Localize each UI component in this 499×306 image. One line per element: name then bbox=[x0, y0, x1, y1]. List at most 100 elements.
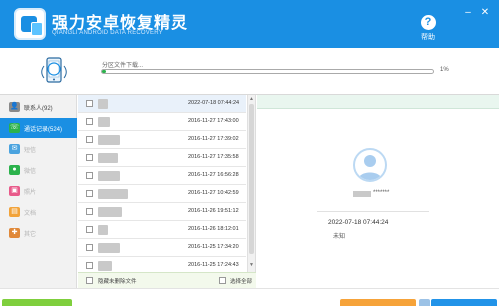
sidebar-item-document[interactable]: ▤ 文档 bbox=[0, 202, 77, 222]
photo-icon: ▣ bbox=[9, 186, 20, 196]
row-time: 2016-11-27 17:35:58 bbox=[188, 154, 239, 160]
app-logo-icon bbox=[14, 8, 46, 40]
sidebar-item-label: 微信 bbox=[24, 169, 37, 175]
table-row[interactable]: 2016-11-26 19:51:12 bbox=[78, 203, 246, 221]
contact-name-redacted bbox=[98, 135, 120, 145]
contact-name-redacted bbox=[98, 225, 108, 235]
record-list: 2022-07-18 07:44:24 2016-11-27 17:43:00 20… bbox=[78, 95, 256, 288]
detail-status: 未知 bbox=[333, 234, 346, 240]
help-button[interactable]: ? 帮助 bbox=[412, 15, 444, 42]
help-label: 帮助 bbox=[421, 34, 435, 41]
sidebar-item-label: 文档 bbox=[24, 211, 37, 217]
scroll-thumb[interactable] bbox=[249, 104, 254, 254]
list-footer: 隐藏未删除文件 选择全部 bbox=[78, 272, 256, 288]
progress-panel: 分区文件下载... 1% bbox=[0, 48, 499, 95]
call-log-icon: ☏ bbox=[9, 123, 20, 133]
back-button[interactable] bbox=[2, 299, 72, 306]
row-time: 2016-11-27 16:56:28 bbox=[188, 172, 239, 178]
contact-name-redacted bbox=[98, 171, 120, 181]
table-row[interactable]: 2016-11-25 17:34:20 bbox=[78, 239, 246, 257]
sidebar-item-sms[interactable]: ✉ 短信 bbox=[0, 139, 77, 159]
select-all-checkbox[interactable] bbox=[219, 277, 226, 284]
row-time: 2016-11-25 17:34:20 bbox=[188, 244, 239, 250]
table-row[interactable]: 2016-11-27 16:56:28 bbox=[78, 167, 246, 185]
minimize-button[interactable]: – bbox=[462, 8, 474, 18]
sms-icon: ✉ bbox=[9, 144, 20, 154]
sidebar-item-photo[interactable]: ▣ 照片 bbox=[0, 181, 77, 201]
scroll-up-icon[interactable]: ▲ bbox=[249, 96, 254, 102]
row-checkbox[interactable] bbox=[86, 208, 93, 215]
app-subtitle: QIANGLI ANDROID DATA RECOVERY bbox=[52, 30, 163, 36]
row-time: 2016-11-27 17:43:00 bbox=[188, 118, 239, 124]
row-time: 2016-11-26 18:12:01 bbox=[188, 226, 239, 232]
row-time: 2016-11-25 17:24:43 bbox=[188, 262, 239, 268]
people-icon[interactable] bbox=[419, 299, 430, 306]
recover-button[interactable] bbox=[340, 299, 416, 306]
contact-name-redacted bbox=[98, 243, 120, 253]
row-time: 2016-11-27 10:42:59 bbox=[188, 190, 239, 196]
other-icon: ✚ bbox=[9, 228, 20, 238]
service-button[interactable] bbox=[431, 299, 497, 306]
detail-header bbox=[257, 95, 499, 109]
table-row[interactable]: 2016-11-27 17:39:02 bbox=[78, 131, 246, 149]
contact-name: ******* bbox=[353, 190, 413, 198]
detail-panel: ******* 2022-07-18 07:44:24 未知 bbox=[257, 95, 499, 288]
table-row[interactable]: 2016-11-27 10:42:59 bbox=[78, 185, 246, 203]
sidebar-item-other[interactable]: ✚ 其它 bbox=[0, 223, 77, 243]
contact-name-redacted bbox=[98, 153, 118, 163]
sidebar-item-label: 其它 bbox=[24, 232, 37, 238]
detail-divider bbox=[317, 211, 429, 212]
sidebar-item-contacts[interactable]: 👤 联系人(92) bbox=[0, 97, 77, 117]
contact-name-redacted bbox=[98, 99, 108, 109]
hide-deleted-checkbox[interactable] bbox=[86, 277, 93, 284]
row-checkbox[interactable] bbox=[86, 136, 93, 143]
help-icon: ? bbox=[420, 15, 436, 30]
sidebar-item-label: 通话记录(524) bbox=[24, 127, 63, 133]
bottom-bar bbox=[0, 288, 499, 306]
sidebar-item-label: 短信 bbox=[24, 148, 37, 154]
progress-label: 分区文件下载... bbox=[102, 63, 144, 69]
contact-name-redacted bbox=[98, 117, 110, 127]
contact-name-redacted bbox=[353, 191, 371, 197]
title-bar: 强力安卓恢复精灵 QIANGLI ANDROID DATA RECOVERY ?… bbox=[0, 0, 499, 48]
row-checkbox[interactable] bbox=[86, 154, 93, 161]
row-checkbox[interactable] bbox=[86, 118, 93, 125]
row-checkbox[interactable] bbox=[86, 226, 93, 233]
contact-name-redacted bbox=[98, 261, 112, 271]
row-time: 2022-07-18 07:44:24 bbox=[188, 100, 240, 106]
sidebar-item-wechat[interactable]: ● 微信 bbox=[0, 160, 77, 180]
progress-bar bbox=[101, 69, 434, 74]
table-row[interactable]: 2016-11-27 17:43:00 bbox=[78, 113, 246, 131]
app-window: 强力安卓恢复精灵 QIANGLI ANDROID DATA RECOVERY ?… bbox=[0, 0, 499, 306]
contact-name-redacted bbox=[98, 207, 122, 217]
table-row[interactable]: 2022-07-18 07:44:24 bbox=[78, 95, 246, 113]
row-time: 2016-11-27 17:39:02 bbox=[188, 136, 239, 142]
contacts-icon: 👤 bbox=[9, 102, 20, 112]
row-checkbox[interactable] bbox=[86, 244, 93, 251]
category-sidebar: 👤 联系人(92) ☏ 通话记录(524) ✉ 短信 ● 微信 ▣ 照片 ▤ 文档 ✚ 其它 bbox=[0, 95, 77, 288]
document-icon: ▤ bbox=[9, 207, 20, 217]
detail-time: 2022-07-18 07:44:24 bbox=[328, 219, 389, 226]
scroll-down-icon[interactable]: ▼ bbox=[249, 262, 254, 268]
avatar-icon bbox=[353, 148, 387, 182]
hide-deleted-label: 隐藏未删除文件 bbox=[98, 279, 137, 285]
row-checkbox[interactable] bbox=[86, 172, 93, 179]
sidebar-item-call-log[interactable]: ☏ 通话记录(524) bbox=[0, 118, 77, 138]
contact-name-redacted bbox=[98, 189, 128, 199]
row-checkbox[interactable] bbox=[86, 190, 93, 197]
progress-percent: 1% bbox=[440, 67, 449, 73]
table-row[interactable]: 2016-11-26 18:12:01 bbox=[78, 221, 246, 239]
wechat-icon: ● bbox=[9, 165, 20, 175]
phone-scan-icon bbox=[41, 57, 67, 83]
row-checkbox[interactable] bbox=[86, 262, 93, 269]
select-all-label: 选择全部 bbox=[230, 279, 253, 285]
list-scrollbar[interactable]: ▲ ▼ bbox=[247, 95, 255, 272]
contact-name-mask: ******* bbox=[373, 190, 390, 196]
sidebar-item-label: 照片 bbox=[24, 190, 37, 196]
table-row[interactable]: 2016-11-27 17:35:58 bbox=[78, 149, 246, 167]
progress-fill bbox=[102, 70, 106, 73]
row-time: 2016-11-26 19:51:12 bbox=[188, 208, 239, 214]
sidebar-item-label: 联系人(92) bbox=[24, 106, 53, 112]
row-checkbox[interactable] bbox=[86, 100, 93, 107]
close-button[interactable]: ✕ bbox=[479, 8, 491, 18]
